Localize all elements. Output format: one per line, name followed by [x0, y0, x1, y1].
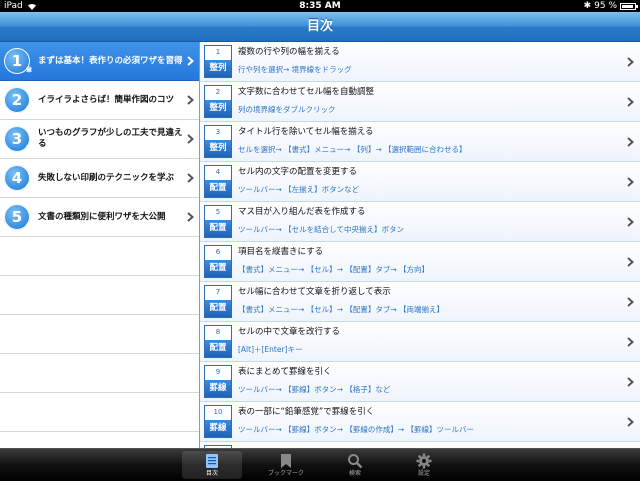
battery-percent: 95 %: [594, 1, 617, 11]
section-badge: 6 配置: [204, 245, 232, 278]
sidebar-item-chapter-2[interactable]: 2章 イライラよさらば！簡単作図のコツ: [0, 81, 199, 120]
chevron-right-icon: [627, 377, 634, 387]
chapter-number-icon: 5章: [4, 204, 32, 230]
list-item[interactable]: 10 罫線 表の一部に“鉛筆感覚”で罫線を引く ツールバー→ 【罫線】ボタン→ 【…: [200, 402, 640, 442]
chevron-right-icon: [187, 173, 194, 183]
list-item[interactable]: 5 配置 マス目が入り組んだ表を作成する ツールバー→ 【セルを結合して中央揃え】…: [200, 202, 640, 242]
chevron-right-icon: [627, 257, 634, 267]
chevron-right-icon: [187, 134, 194, 144]
list-item-subtitle: 【書式】メニュー→ 【セル】→ 【配置】タブ→ 【方向】: [238, 265, 430, 274]
section-badge: 9 罫線: [204, 365, 232, 398]
tab-settings[interactable]: 設定: [394, 451, 454, 479]
section-badge: 3 整列: [204, 125, 232, 158]
sidebar-empty-row: [0, 432, 199, 448]
tab-bookmark[interactable]: ブックマーク: [256, 451, 316, 479]
section-badge: 2 整列: [204, 85, 232, 118]
chevron-right-icon: [187, 212, 194, 222]
chapter-number-icon: 1章: [4, 48, 32, 74]
sidebar-item-label: イライラよさらば！簡単作図のコツ: [38, 94, 175, 105]
sidebar-item-label: 文書の種類別に便利ワザを大公開: [38, 211, 166, 222]
list-item-subtitle: セルを選択→ 【書式】メニュー→ 【列】→ 【選択範囲に合わせる】: [238, 145, 467, 154]
tab-label: 検索: [348, 470, 361, 477]
list-item-subtitle: 行や列を選択→ 境界線をドラッグ: [238, 65, 352, 74]
list-item-title: セル内の文字の配置を変更する: [238, 167, 358, 177]
sidebar-item-chapter-5[interactable]: 5章 文書の種類別に便利ワザを大公開: [0, 198, 199, 237]
list-item-title: マス目が入り組んだ表を作成する: [238, 207, 366, 217]
sidebar-empty-row: [0, 315, 199, 354]
section-badge: 4 配置: [204, 165, 232, 198]
section-badge: 1 整列: [204, 45, 232, 78]
list-item-title: 表にまとめて罫線を引く: [238, 367, 332, 377]
chevron-right-icon: [187, 56, 194, 66]
tab-bar: 目次 ブックマーク 検索 設定: [0, 448, 640, 481]
status-time: 8:35 AM: [299, 1, 341, 11]
chevron-right-icon: [627, 337, 634, 347]
list-item-subtitle: ツールバー→ 【罫線】ボタン→ 【罫線の作成】→ 【罫線】ツールバー: [238, 425, 475, 434]
list-item-title: セルの中で文章を改行する: [238, 327, 341, 337]
list-item-title: 文字数に合わせてセル幅を自動調整: [238, 87, 375, 97]
section-list: 1 整列 複数の行や列の幅を揃える 行や列を選択→ 境界線をドラッグ 2 整列 文字…: [200, 42, 640, 448]
sidebar-empty-row: [0, 237, 199, 276]
list-item-title: セル幅に合わせて文章を折り返して表示: [238, 287, 391, 297]
chevron-right-icon: [187, 95, 194, 105]
sidebar-empty-row: [0, 276, 199, 315]
navigation-bar: 目次: [0, 12, 640, 42]
chevron-right-icon: [627, 137, 634, 147]
section-badge: 5 配置: [204, 205, 232, 238]
list-item-title: 項目名を縦書きにする: [238, 247, 324, 257]
list-item-title: タイトル行を除いてセル幅を揃える: [238, 127, 374, 137]
battery-icon: [620, 3, 638, 10]
list-item[interactable]: 8 配置 セルの中で文章を改行する [Alt]＋[Enter]キー: [200, 322, 640, 362]
list-item-subtitle: ツールバー→ 【罫線】ボタン→ 【格子】など: [238, 385, 391, 394]
list-item[interactable]: 6 配置 項目名を縦書きにする 【書式】メニュー→ 【セル】→ 【配置】タブ→ 【…: [200, 242, 640, 282]
list-item[interactable]: 2 整列 文字数に合わせてセル幅を自動調整 列の境界線をダブルクリック: [200, 82, 640, 122]
tab-label: 目次: [205, 470, 218, 477]
page-title: 目次: [306, 19, 333, 34]
section-badge: 10 罫線: [204, 405, 232, 438]
list-item[interactable]: 7 配置 セル幅に合わせて文章を折り返して表示 【書式】メニュー→ 【セル】→ 【…: [200, 282, 640, 322]
bluetooth-icon: ✱: [583, 1, 592, 11]
tab-label: ブックマーク: [267, 470, 304, 477]
sidebar-empty-row: [0, 393, 199, 432]
chevron-right-icon: [627, 217, 634, 227]
chapter-number-icon: 2章: [4, 87, 32, 113]
list-item[interactable]: 9 罫線 表にまとめて罫線を引く ツールバー→ 【罫線】ボタン→ 【格子】など: [200, 362, 640, 402]
chapter-number-icon: 4章: [4, 165, 32, 191]
sidebar-empty-row: [0, 354, 199, 393]
chevron-right-icon: [627, 417, 634, 427]
list-item[interactable]: 3 整列 タイトル行を除いてセル幅を揃える セルを選択→ 【書式】メニュー→ 【列…: [200, 122, 640, 162]
list-item-subtitle: ツールバー→ 【左揃え】ボタンなど: [238, 185, 360, 194]
tab-search[interactable]: 検索: [325, 451, 385, 479]
list-item-subtitle: ツールバー→ 【セルを結合して中央揃え】ボタン: [238, 225, 404, 234]
chevron-right-icon: [627, 297, 634, 307]
list-item-title: 表の一部に“鉛筆感覚”で罫線を引く: [238, 407, 375, 417]
chapter-number-icon: 3章: [4, 126, 32, 152]
list-item[interactable]: 4 配置 セル内の文字の配置を変更する ツールバー→ 【左揃え】ボタンなど: [200, 162, 640, 202]
list-item-subtitle: 【書式】メニュー→ 【セル】→ 【配置】タブ→ 【両端揃え】: [238, 305, 445, 314]
sidebar-item-label: 失敗しない印刷のテクニックを学ぶ: [38, 172, 175, 183]
sidebar-item-chapter-3[interactable]: 3章 いつものグラフが少しの工夫で見違える: [0, 120, 199, 159]
section-badge: 8 配置: [204, 325, 232, 358]
status-right: ✱ 95 %: [583, 0, 638, 12]
list-item[interactable]: 1 整列 複数の行や列の幅を揃える 行や列を選択→ 境界線をドラッグ: [200, 42, 640, 82]
status-bar: iPad 8:35 AM ✱ 95 %: [0, 0, 640, 12]
chevron-right-icon: [627, 57, 634, 67]
section-badge: 7 配置: [204, 285, 232, 318]
sidebar-item-chapter-4[interactable]: 4章 失敗しない印刷のテクニックを学ぶ: [0, 159, 199, 198]
tab-toc[interactable]: 目次: [182, 451, 242, 479]
list-item-title: 複数の行や列の幅を揃える: [238, 47, 340, 57]
sidebar-item-label: まずは基本！表作りの必須ワザを習得: [38, 55, 183, 66]
chapter-sidebar: 1章 まずは基本！表作りの必須ワザを習得 2章 イライラよさらば！簡単作図のコツ…: [0, 42, 200, 448]
list-item-subtitle: 列の境界線をダブルクリック: [238, 105, 336, 114]
chevron-right-icon: [627, 97, 634, 107]
sidebar-item-chapter-1[interactable]: 1章 まずは基本！表作りの必須ワザを習得: [0, 42, 199, 81]
chevron-right-icon: [627, 177, 634, 187]
sidebar-item-label: いつものグラフが少しの工夫で見違える: [38, 128, 183, 149]
tab-label: 設定: [417, 470, 430, 477]
list-item-subtitle: [Alt]＋[Enter]キー: [238, 345, 303, 354]
